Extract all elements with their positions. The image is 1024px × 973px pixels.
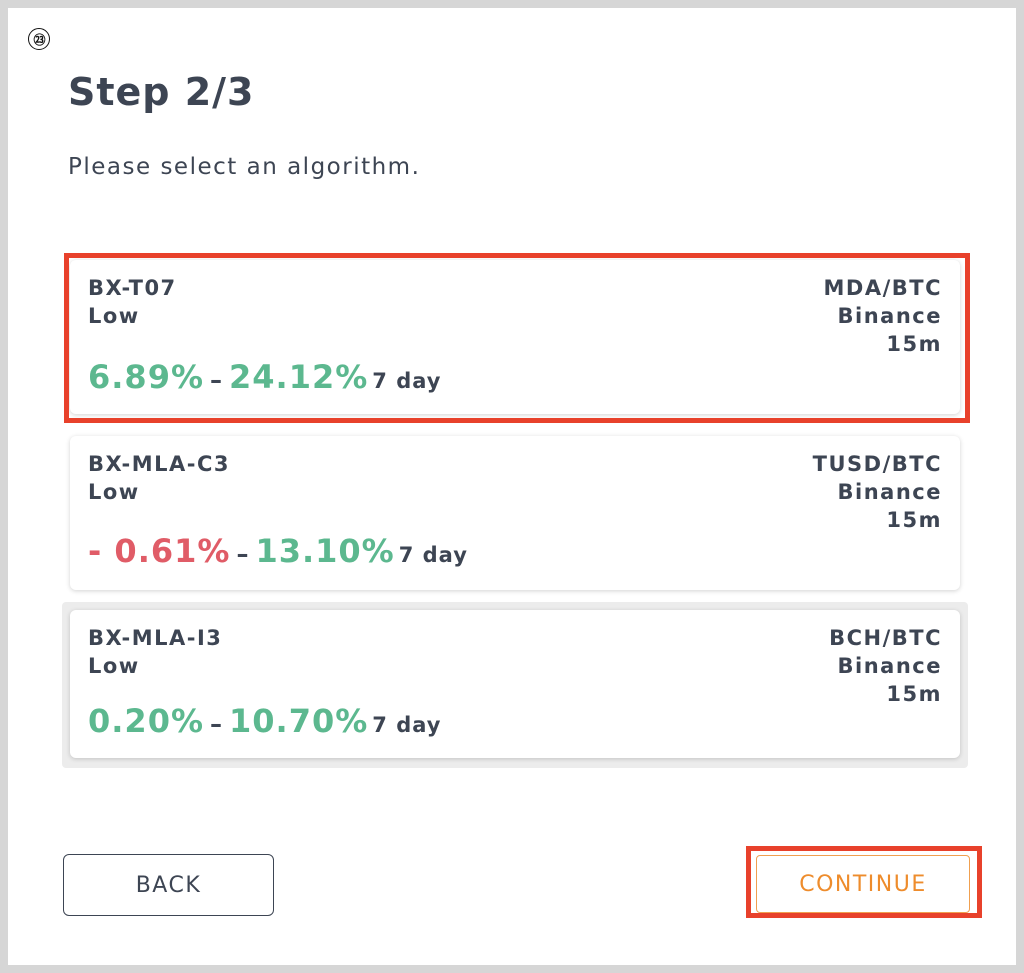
range-separator: –	[210, 366, 224, 394]
return-range: - 0.61% –13.10% 7 day	[88, 532, 468, 570]
algorithm-card[interactable]: BX-MLA-I3 Low BCH/BTC Binance 15m 0.20% –…	[70, 610, 960, 758]
return-range: 0.20% –10.70% 7 day	[88, 702, 441, 740]
algorithm-card[interactable]: BX-MLA-C3 Low TUSD/BTC Binance 15m - 0.6…	[70, 436, 960, 590]
algorithm-name: BX-MLA-I3	[88, 626, 223, 650]
page-subtitle: Please select an algorithm.	[68, 154, 421, 180]
risk-level: Low	[88, 654, 140, 678]
range-separator: –	[210, 710, 224, 738]
trading-pair: MDA/BTC	[823, 276, 942, 300]
return-high: 24.12%	[229, 358, 369, 396]
algorithm-info: BX-T07 Low	[88, 274, 177, 330]
market-info: BCH/BTC Binance 15m	[829, 624, 942, 708]
risk-level: Low	[88, 304, 140, 328]
algorithm-info: BX-MLA-I3 Low	[88, 624, 222, 680]
back-button[interactable]: BACK	[63, 854, 274, 916]
exchange-name: Binance	[837, 654, 942, 678]
algorithm-name: BX-T07	[88, 276, 177, 300]
return-high: 13.10%	[255, 532, 395, 570]
range-separator: –	[236, 540, 250, 568]
interval: 15m	[886, 682, 942, 706]
exchange-name: Binance	[837, 304, 942, 328]
period-label: 7 day	[372, 369, 442, 393]
interval: 15m	[886, 332, 942, 356]
return-high: 10.70%	[229, 702, 369, 740]
algorithm-info: BX-MLA-C3 Low	[88, 450, 230, 506]
return-range: 6.89% –24.12% 7 day	[88, 358, 441, 396]
page-title: Step 2/3	[68, 70, 255, 114]
risk-level: Low	[88, 480, 140, 504]
period-label: 7 day	[398, 543, 468, 567]
algorithm-name: BX-MLA-C3	[88, 452, 230, 476]
trading-pair: BCH/BTC	[829, 626, 942, 650]
step-number-badge: ㉓	[28, 28, 50, 50]
exchange-name: Binance	[837, 480, 942, 504]
return-low: 6.89%	[88, 358, 205, 396]
algorithm-card[interactable]: BX-T07 Low MDA/BTC Binance 15m 6.89% –24.…	[70, 260, 960, 414]
trading-pair: TUSD/BTC	[812, 452, 942, 476]
market-info: TUSD/BTC Binance 15m	[813, 450, 942, 534]
interval: 15m	[886, 508, 942, 532]
return-low: 0.20%	[88, 702, 205, 740]
market-info: MDA/BTC Binance 15m	[824, 274, 943, 358]
period-label: 7 day	[372, 713, 442, 737]
return-low: - 0.61%	[88, 532, 231, 570]
continue-button[interactable]: CONTINUE	[756, 855, 970, 913]
